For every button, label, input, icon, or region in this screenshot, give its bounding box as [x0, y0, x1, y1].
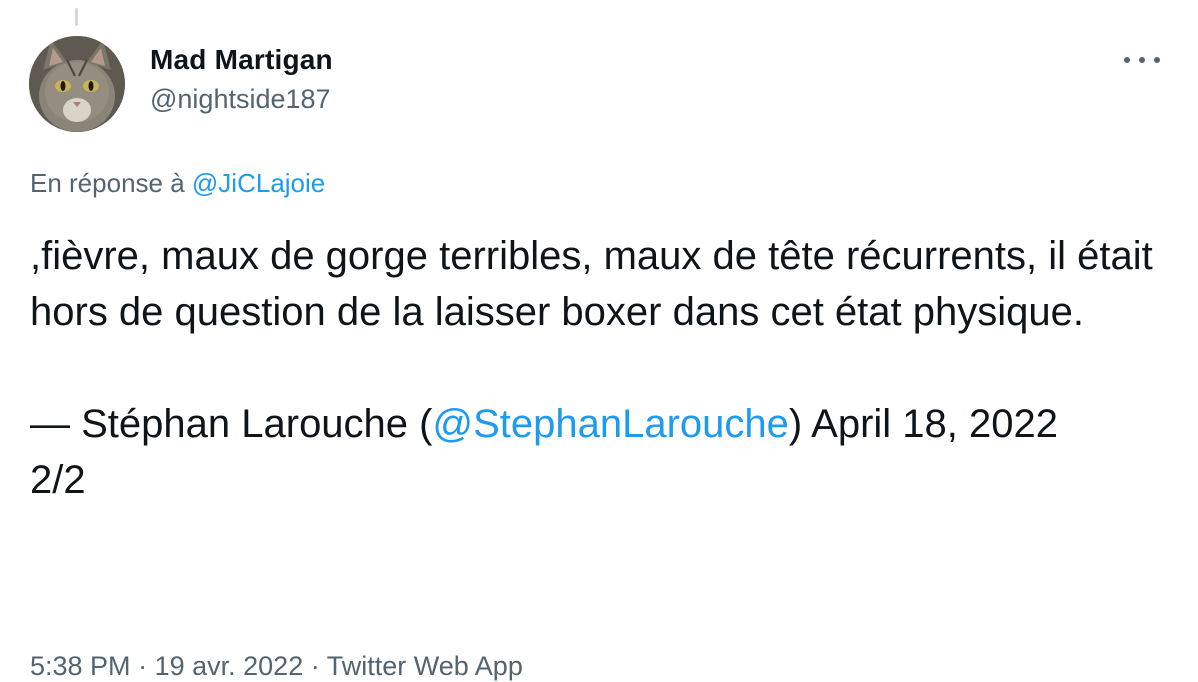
tweet-line-1: ,fièvre, maux de gorge terribles, maux d… [30, 234, 1153, 334]
reply-prefix: En réponse à [30, 168, 185, 198]
avatar[interactable] [29, 36, 125, 132]
quote-suffix: ) April 18, 2022 [788, 402, 1058, 446]
thread-count: 2/2 [30, 458, 86, 502]
quote-mention-link[interactable]: @StephanLarouche [432, 402, 788, 446]
tweet-time[interactable]: 5:38 PM [30, 651, 131, 681]
meta-separator: · [138, 651, 148, 681]
tweet-date[interactable]: 19 avr. 2022 [155, 651, 304, 681]
meta-separator: · [310, 651, 320, 681]
dot [1124, 57, 1130, 63]
tweet-meta: 5:38 PM · 19 avr. 2022 · Twitter Web App [30, 651, 523, 682]
more-horizontal-icon[interactable] [1124, 50, 1160, 70]
author-name[interactable]: Mad Martigan [150, 44, 333, 76]
cat-avatar-image [29, 36, 125, 132]
dot [1154, 57, 1160, 63]
dot [1139, 57, 1145, 63]
tweet-source: Twitter Web App [326, 651, 523, 681]
author-handle[interactable]: @nightside187 [150, 84, 331, 115]
thread-connector-line [75, 8, 78, 26]
tweet-quote-line: — Stéphan Larouche (@StephanLarouche) Ap… [30, 396, 1160, 452]
quote-prefix: — Stéphan Larouche ( [30, 402, 433, 446]
tweet-text: ,fièvre, maux de gorge terribles, maux d… [30, 228, 1160, 508]
reply-mention-link[interactable]: @JiCLajoie [192, 168, 325, 198]
reply-context: En réponse à @JiCLajoie [30, 168, 325, 199]
